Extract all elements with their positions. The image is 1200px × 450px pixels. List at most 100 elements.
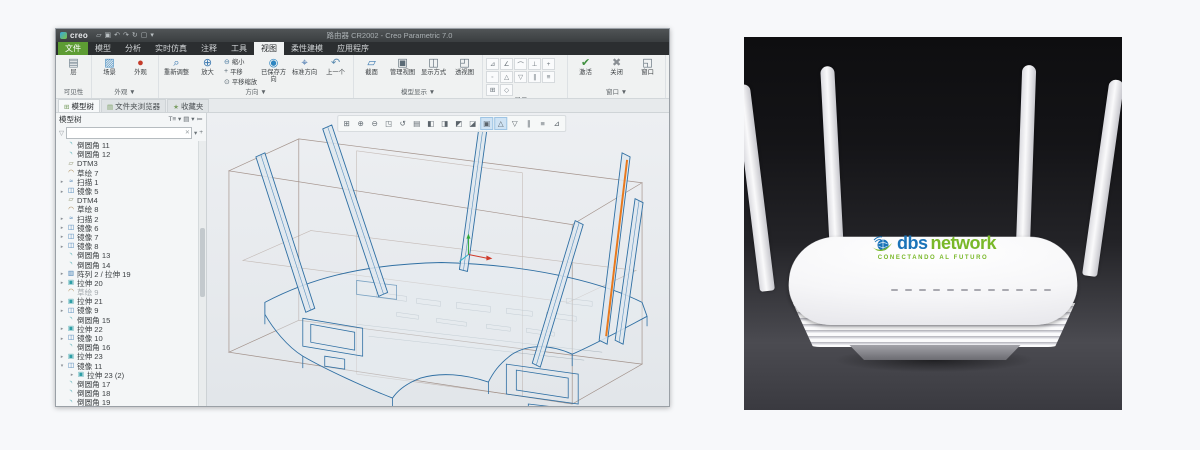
- quick-access-icon[interactable]: ↻: [132, 32, 138, 39]
- quick-access-icon[interactable]: ↷: [123, 32, 129, 39]
- ribbon-tab[interactable]: 注释: [194, 42, 224, 55]
- tree-expand-icon[interactable]: ▸: [59, 336, 65, 342]
- display-toggle-icon[interactable]: ∠: [500, 58, 513, 70]
- display-toggle-icon[interactable]: ∥: [528, 71, 541, 83]
- tree-expand-icon[interactable]: ▸: [59, 308, 65, 314]
- graphics-toolbar-icon[interactable]: ▤: [410, 117, 423, 130]
- ribbon-group-label[interactable]: 模型显示 ▼: [357, 88, 479, 98]
- display-toggle-icon[interactable]: ⌒: [514, 58, 527, 70]
- tree-item[interactable]: ▸◫镜像 5: [59, 187, 206, 196]
- navigator-tab[interactable]: ⊞ 模型树: [58, 99, 100, 112]
- graphics-toolbar-icon[interactable]: ∥: [522, 117, 535, 130]
- graphics-toolbar-icon[interactable]: ⊖: [368, 117, 381, 130]
- saved-orientations-button[interactable]: ◉已保存方向: [259, 56, 288, 83]
- graphics-toolbar-icon[interactable]: ◨: [438, 117, 451, 130]
- display-toggle-icon[interactable]: ◦: [486, 71, 499, 83]
- pan-zoom-button[interactable]: ⊙平移缩放: [224, 77, 257, 86]
- graphics-toolbar-icon[interactable]: ◳: [382, 117, 395, 130]
- layers-button[interactable]: ▤层: [59, 56, 88, 77]
- graphics-toolbar-icon[interactable]: ⊕: [354, 117, 367, 130]
- display-toggle-icon[interactable]: ⊞: [486, 84, 499, 96]
- graphics-toolbar-icon[interactable]: ◧: [424, 117, 437, 130]
- filter-dropdown-button[interactable]: ▾: [194, 129, 197, 137]
- zoom-in-button[interactable]: ⊕放大: [193, 56, 222, 77]
- ribbon-tab[interactable]: 文件: [58, 42, 88, 55]
- ribbon-group-label[interactable]: 方向 ▼: [162, 88, 350, 98]
- display-style-button[interactable]: ◫显示方式: [419, 56, 448, 77]
- tree-columns-button[interactable]: ≔: [197, 115, 204, 123]
- tree-expand-icon[interactable]: ▸: [59, 299, 65, 305]
- tree-expand-icon[interactable]: ▸: [59, 280, 65, 286]
- refit-button[interactable]: ⌕重新调整: [162, 56, 191, 77]
- ribbon-group-label[interactable]: 窗口 ▼: [571, 88, 662, 98]
- tree-expand-icon[interactable]: ▸: [59, 225, 65, 231]
- tree-item[interactable]: ◝倒圆角 19: [59, 398, 206, 406]
- tree-expand-icon[interactable]: ▸: [59, 244, 65, 250]
- navigator-tab[interactable]: ▤ 文件夹浏览器: [101, 99, 166, 112]
- mirror-icon: ◫: [67, 243, 75, 250]
- tree-expand-icon[interactable]: ▸: [59, 354, 65, 360]
- ribbon-tab[interactable]: 工具: [224, 42, 254, 55]
- close-window-button[interactable]: ✖关闭: [602, 56, 631, 77]
- navigator-tab[interactable]: ★ 收藏夹: [167, 99, 209, 112]
- tree-expand-icon[interactable]: ▸: [59, 216, 65, 222]
- graphics-toolbar-icon[interactable]: ⊿: [550, 117, 563, 130]
- graphics-toolbar-icon[interactable]: ◪: [466, 117, 479, 130]
- standard-orientation-button[interactable]: ⌖标准方向: [290, 56, 319, 77]
- ribbon-tab[interactable]: 实时仿真: [148, 42, 194, 55]
- quick-access-icon[interactable]: ▱: [96, 32, 101, 39]
- display-toggle-icon[interactable]: ⊥: [528, 58, 541, 70]
- graphics-toolbar-icon[interactable]: ◩: [452, 117, 465, 130]
- graphics-toolbar-icon[interactable]: ▣: [480, 117, 493, 130]
- graphics-toolbar-icon[interactable]: ⊞: [340, 117, 353, 130]
- display-toggle-icon[interactable]: △: [500, 71, 513, 83]
- ribbon-tab[interactable]: 分析: [118, 42, 148, 55]
- tree-scrollbar-thumb[interactable]: [200, 228, 205, 297]
- tree-expand-icon[interactable]: ▸: [59, 271, 65, 277]
- graphics-toolbar-icon[interactable]: ↺: [396, 117, 409, 130]
- filter-add-button[interactable]: +: [199, 129, 203, 136]
- zoom-out-button[interactable]: ⊖缩小: [224, 57, 257, 66]
- graphics-toolbar-icon[interactable]: ≡: [536, 117, 549, 130]
- manage-views-button[interactable]: ▣管理视图: [388, 56, 417, 77]
- quick-access-icon[interactable]: ▢: [141, 32, 148, 39]
- tree-expand-icon[interactable]: ▸: [69, 372, 75, 378]
- tree-expand-icon[interactable]: ▸: [59, 189, 65, 195]
- quick-access-icon[interactable]: ▾: [150, 32, 154, 39]
- display-toggle-icon[interactable]: ◇: [500, 84, 513, 96]
- tree-expand-icon[interactable]: ▸: [59, 234, 65, 240]
- tree-item[interactable]: ◝倒圆角 12: [59, 150, 206, 159]
- quick-access-icon[interactable]: ▣: [105, 32, 112, 39]
- tree-search-input[interactable]: [67, 128, 191, 138]
- ribbon-tab[interactable]: 柔性建模: [284, 42, 330, 55]
- tree-display-options-button[interactable]: ▤ ▾: [183, 115, 194, 123]
- perspective-button[interactable]: ◰透视图: [450, 56, 479, 77]
- section-button[interactable]: ▱截面: [357, 56, 386, 77]
- graphics-toolbar-icon[interactable]: △: [494, 117, 507, 130]
- display-toggle-icon[interactable]: ▽: [514, 71, 527, 83]
- appearance-button[interactable]: ●外观: [126, 56, 155, 77]
- tree-expand-icon[interactable]: ▸: [59, 179, 65, 185]
- display-toggle-icon[interactable]: ⊿: [486, 58, 499, 70]
- graphics-toolbar-icon[interactable]: ▽: [508, 117, 521, 130]
- previous-view-button[interactable]: ↶上一个: [321, 56, 350, 77]
- pan-button[interactable]: +平移: [224, 67, 257, 76]
- clear-search-icon[interactable]: ✕: [185, 129, 190, 136]
- display-toggle-icon[interactable]: ≡: [542, 71, 555, 83]
- ribbon-tab[interactable]: 模型: [88, 42, 118, 55]
- tree-expand-icon[interactable]: ▾: [59, 363, 65, 369]
- scene-button[interactable]: ▨场景: [95, 56, 124, 77]
- ribbon-group-label[interactable]: 外观 ▼: [95, 88, 155, 98]
- tree-item[interactable]: ▾◫镜像 11: [59, 362, 206, 371]
- ribbon-tab[interactable]: 应用程序: [330, 42, 376, 55]
- display-toggle-icon[interactable]: +: [542, 58, 555, 70]
- windows-button[interactable]: ◱窗口: [633, 56, 662, 77]
- tree-filter-settings-button[interactable]: T≡ ▾: [168, 115, 181, 123]
- graphics-area[interactable]: ⊞⊕⊖◳↺▤◧◨◩◪▣△▽∥≡⊿: [207, 113, 669, 406]
- ribbon-group-label[interactable]: 可见性: [59, 88, 88, 98]
- activate-button[interactable]: ✔激活: [571, 56, 600, 77]
- tree-expand-icon[interactable]: ▸: [59, 326, 65, 332]
- tree-scrollbar[interactable]: [198, 141, 206, 406]
- quick-access-icon[interactable]: ↶: [114, 32, 120, 39]
- ribbon-tab[interactable]: 视图: [254, 42, 284, 55]
